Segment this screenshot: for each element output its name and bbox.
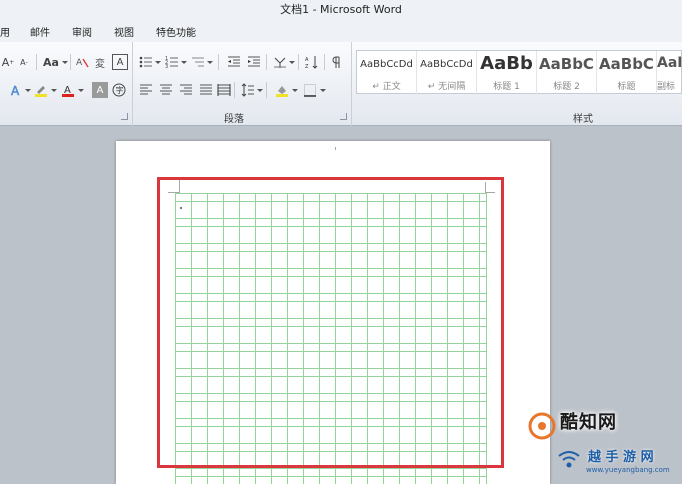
style-sample: AaI (657, 55, 682, 71)
menu-item-view[interactable]: 视图 (114, 24, 134, 39)
svg-text:A: A (76, 58, 83, 68)
style-sample: AaBbC (539, 55, 594, 73)
text-highlight-icon[interactable] (33, 82, 49, 98)
style-sample: AaBbCcDd (420, 59, 473, 70)
increase-indent-icon[interactable] (246, 54, 262, 70)
menu-item-special-features[interactable]: 特色功能 (156, 24, 196, 39)
divider (298, 54, 299, 70)
paragraph-group-label: 段落 (224, 114, 244, 125)
svg-text:Z: Z (305, 64, 309, 69)
menu-item-reference[interactable]: 用 (0, 24, 10, 39)
align-right-icon[interactable] (178, 82, 194, 98)
borders-icon[interactable] (302, 82, 318, 98)
align-center-icon[interactable] (158, 82, 174, 98)
group-separator (132, 42, 133, 126)
chevron-down-icon[interactable] (78, 89, 84, 92)
sort-icon[interactable]: AZ (304, 54, 320, 70)
change-case-label: Aa (43, 55, 59, 69)
style-name: 标题 (617, 82, 636, 92)
style-no-spacing[interactable]: AaBbCcDd ↵ 无间隔 (417, 51, 477, 95)
window-title: 文档1 - Microsoft Word (280, 3, 402, 16)
shading-icon[interactable] (274, 82, 290, 98)
numbering-icon[interactable]: 123 (164, 54, 180, 70)
svg-text:A: A (305, 57, 309, 63)
menu-item-mailings[interactable]: 邮件 (30, 24, 50, 39)
justify-icon[interactable] (198, 82, 214, 98)
paragraph-dialog-launcher[interactable] (340, 113, 347, 120)
align-left-icon[interactable] (138, 82, 154, 98)
style-name: 标题 1 (493, 82, 520, 92)
divider (70, 54, 71, 70)
styles-group-label: 样式 (573, 114, 593, 125)
style-name: 标题 2 (553, 82, 580, 92)
svg-text:A: A (11, 84, 20, 97)
divider (324, 54, 325, 70)
font-color-icon[interactable]: A (60, 82, 76, 98)
chevron-down-icon[interactable] (62, 61, 68, 64)
shrink-font-icon[interactable]: A- (16, 54, 32, 70)
divider (266, 54, 267, 70)
style-title[interactable]: AaBbC 标题 (597, 51, 657, 95)
svg-text:3: 3 (165, 64, 168, 69)
character-border-icon[interactable]: A (112, 54, 128, 70)
change-case-button[interactable]: Aa (40, 54, 62, 70)
group-separator (351, 42, 352, 126)
chevron-down-icon[interactable] (257, 89, 263, 92)
watermark-url: www.yueyangbang.com (586, 466, 670, 474)
chinese-layout-icon[interactable] (272, 54, 288, 70)
phonetic-guide-icon[interactable]: 変 (93, 54, 109, 70)
divider (36, 54, 37, 70)
bullets-icon[interactable] (138, 54, 154, 70)
style-sample: AaBb (480, 53, 533, 74)
show-formatting-marks-icon[interactable] (330, 54, 346, 70)
font-dialog-launcher[interactable] (121, 113, 128, 120)
character-shading-label: A (96, 84, 104, 96)
divider (234, 82, 235, 98)
style-sample: AaBbC (599, 55, 654, 73)
multilevel-list-icon[interactable] (190, 54, 206, 70)
grow-font-icon[interactable]: A + (0, 54, 16, 70)
chevron-down-icon[interactable] (320, 89, 326, 92)
distributed-icon[interactable] (216, 82, 232, 98)
chevron-down-icon[interactable] (292, 89, 298, 92)
divider (266, 82, 267, 98)
style-name: ↵ 无间隔 (427, 82, 466, 92)
svg-text:変: 変 (95, 57, 105, 69)
watermark: 酷知网 越 手 游 网 www.yueyangbang.com (520, 400, 682, 484)
divider (218, 54, 219, 70)
wifi-logo-icon (558, 451, 580, 468)
title-bar: 文档1 - Microsoft Word (0, 0, 682, 20)
style-normal[interactable]: AaBbCcDd ↵ 正文 (357, 51, 417, 95)
text-effects-icon[interactable]: A (8, 82, 24, 98)
character-shading-icon[interactable]: A (92, 82, 108, 98)
style-name: 副标 (657, 82, 676, 92)
character-border-label: A (116, 56, 124, 68)
style-subtitle[interactable]: AaI 副标 (657, 51, 682, 95)
chevron-down-icon[interactable] (181, 61, 187, 64)
watermark-text: 酷知网 (560, 412, 617, 433)
chevron-down-icon[interactable] (207, 61, 213, 64)
styles-gallery: AaBbCcDd ↵ 正文 AaBbCcDd ↵ 无间隔 AaBb 标题 1 A… (356, 50, 682, 95)
style-heading-1[interactable]: AaBb 标题 1 (477, 51, 537, 95)
svg-text:字: 字 (116, 85, 124, 95)
menu-item-review[interactable]: 审阅 (72, 24, 92, 39)
watermark-subtext: 越 手 游 网 (588, 450, 654, 465)
logo-icon (528, 412, 556, 440)
highlight-frame (157, 177, 504, 468)
style-heading-2[interactable]: AaBbC 标题 2 (537, 51, 597, 95)
decrease-indent-icon[interactable] (226, 54, 242, 70)
chevron-down-icon[interactable] (51, 89, 57, 92)
menu-bar: 用 邮件 审阅 视图 特色功能 (0, 20, 682, 42)
chevron-down-icon[interactable] (25, 89, 31, 92)
style-name: ↵ 正文 (372, 82, 401, 92)
margin-mark (335, 147, 336, 150)
chevron-down-icon[interactable] (289, 61, 295, 64)
chevron-down-icon[interactable] (155, 61, 161, 64)
line-spacing-icon[interactable] (240, 82, 256, 98)
style-sample: AaBbCcDd (360, 59, 413, 70)
clear-format-icon[interactable]: A (74, 54, 90, 70)
enclose-characters-icon[interactable]: 字 (111, 82, 127, 98)
